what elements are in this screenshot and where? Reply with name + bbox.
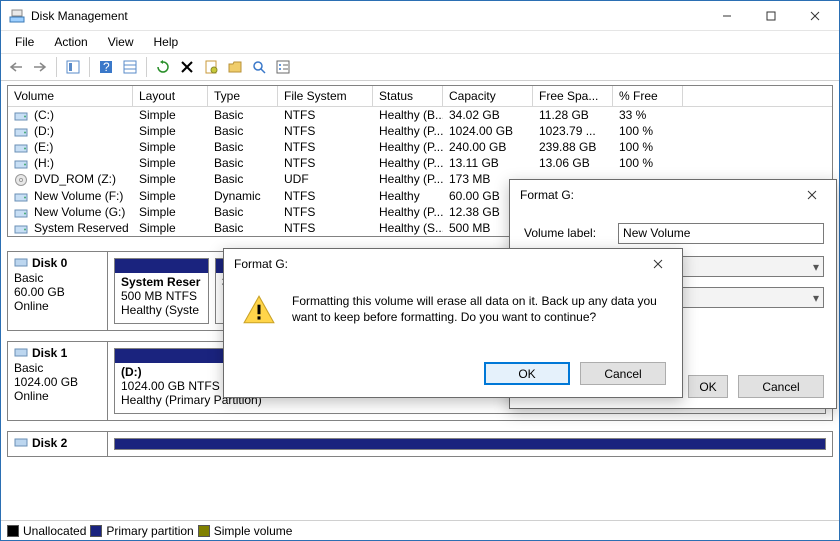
disk1-state: Online — [14, 389, 101, 403]
format-dialog-title: Format G: — [520, 188, 792, 202]
column-header[interactable]: File System — [278, 86, 373, 106]
drive-icon — [14, 110, 30, 122]
menu-file[interactable]: File — [7, 33, 42, 51]
drive-icon — [14, 223, 30, 235]
part-line3: Healthy (Syste — [121, 303, 202, 317]
volume-label-label: Volume label: — [522, 222, 598, 244]
disk-panel-2: Disk 2 — [7, 431, 833, 457]
disk-icon — [14, 256, 28, 271]
disk0-state: Online — [14, 299, 101, 313]
ok-button[interactable]: OK — [484, 362, 570, 385]
volume-row[interactable]: (C:)SimpleBasicNTFSHealthy (B...34.02 GB… — [8, 107, 832, 123]
folder-icon[interactable] — [224, 56, 246, 78]
warning-dialog-title: Format G: — [234, 257, 638, 271]
delete-icon[interactable] — [176, 56, 198, 78]
menu-action[interactable]: Action — [46, 33, 95, 51]
cancel-button[interactable]: Cancel — [580, 362, 666, 385]
disk-management-icon — [9, 8, 25, 24]
close-icon[interactable] — [638, 251, 678, 277]
menu-bar: File Action View Help — [1, 31, 839, 53]
close-icon[interactable] — [792, 182, 832, 208]
dvd-icon — [14, 173, 30, 187]
part-line2: 500 MB NTFS — [121, 289, 202, 303]
disk-icon — [14, 346, 28, 361]
maximize-button[interactable] — [749, 2, 793, 30]
window-title: Disk Management — [31, 9, 705, 23]
column-header[interactable]: Volume — [8, 86, 133, 106]
drive-icon — [14, 158, 30, 170]
part-title: System Reser — [121, 275, 200, 289]
disk1-type: Basic — [14, 361, 101, 375]
search-icon[interactable] — [248, 56, 270, 78]
help-button[interactable]: ? — [95, 56, 117, 78]
partition-disk2[interactable] — [114, 438, 826, 450]
refresh-button[interactable] — [152, 56, 174, 78]
volume-row[interactable]: (D:)SimpleBasicNTFSHealthy (P...1024.00 … — [8, 123, 832, 139]
volume-row[interactable]: (E:)SimpleBasicNTFSHealthy (P...240.00 G… — [8, 139, 832, 155]
menu-view[interactable]: View — [100, 33, 142, 51]
partition-system-reserved[interactable]: System Reser 500 MB NTFS Healthy (Syste — [114, 258, 209, 324]
drive-icon — [14, 126, 30, 138]
close-button[interactable] — [793, 2, 837, 30]
part-title: (D:) — [121, 365, 142, 379]
toolbar: ? — [1, 53, 839, 81]
back-button[interactable] — [5, 56, 27, 78]
minimize-button[interactable] — [705, 2, 749, 30]
drive-icon — [14, 142, 30, 154]
drive-icon — [14, 191, 30, 203]
legend-simple: Simple volume — [214, 524, 293, 538]
legend: Unallocated Primary partition Simple vol… — [1, 520, 839, 540]
column-header[interactable]: Status — [373, 86, 443, 106]
disk0-type: Basic — [14, 271, 101, 285]
disk0-size: 60.00 GB — [14, 285, 101, 299]
disk1-name: Disk 1 — [32, 346, 67, 360]
show-hide-button[interactable] — [62, 56, 84, 78]
legend-unallocated: Unallocated — [23, 524, 86, 538]
column-header[interactable]: Layout — [133, 86, 208, 106]
warning-icon — [242, 293, 276, 330]
column-header[interactable]: Type — [208, 86, 278, 106]
list-view-icon[interactable] — [272, 56, 294, 78]
disk-icon — [14, 436, 28, 451]
disk2-name: Disk 2 — [32, 436, 67, 450]
ok-button-bg[interactable]: OK — [688, 375, 728, 398]
disk0-name: Disk 0 — [32, 256, 67, 270]
column-header[interactable]: % Free — [613, 86, 683, 106]
column-header[interactable]: Free Spa... — [533, 86, 613, 106]
drive-icon — [14, 207, 30, 219]
disk1-size: 1024.00 GB — [14, 375, 101, 389]
warning-message: Formatting this volume will erase all da… — [292, 293, 664, 330]
menu-help[interactable]: Help — [146, 33, 187, 51]
format-warning-dialog: Format G: Formatting this volume will er… — [223, 248, 683, 398]
svg-text:?: ? — [103, 60, 110, 74]
settings-view-button[interactable] — [119, 56, 141, 78]
column-header[interactable]: Capacity — [443, 86, 533, 106]
cancel-button-bg[interactable]: Cancel — [738, 375, 824, 398]
legend-primary: Primary partition — [106, 524, 193, 538]
volume-label-input[interactable] — [618, 223, 824, 244]
properties-icon[interactable] — [200, 56, 222, 78]
forward-button[interactable] — [29, 56, 51, 78]
volume-row[interactable]: (H:)SimpleBasicNTFSHealthy (P...13.11 GB… — [8, 155, 832, 171]
